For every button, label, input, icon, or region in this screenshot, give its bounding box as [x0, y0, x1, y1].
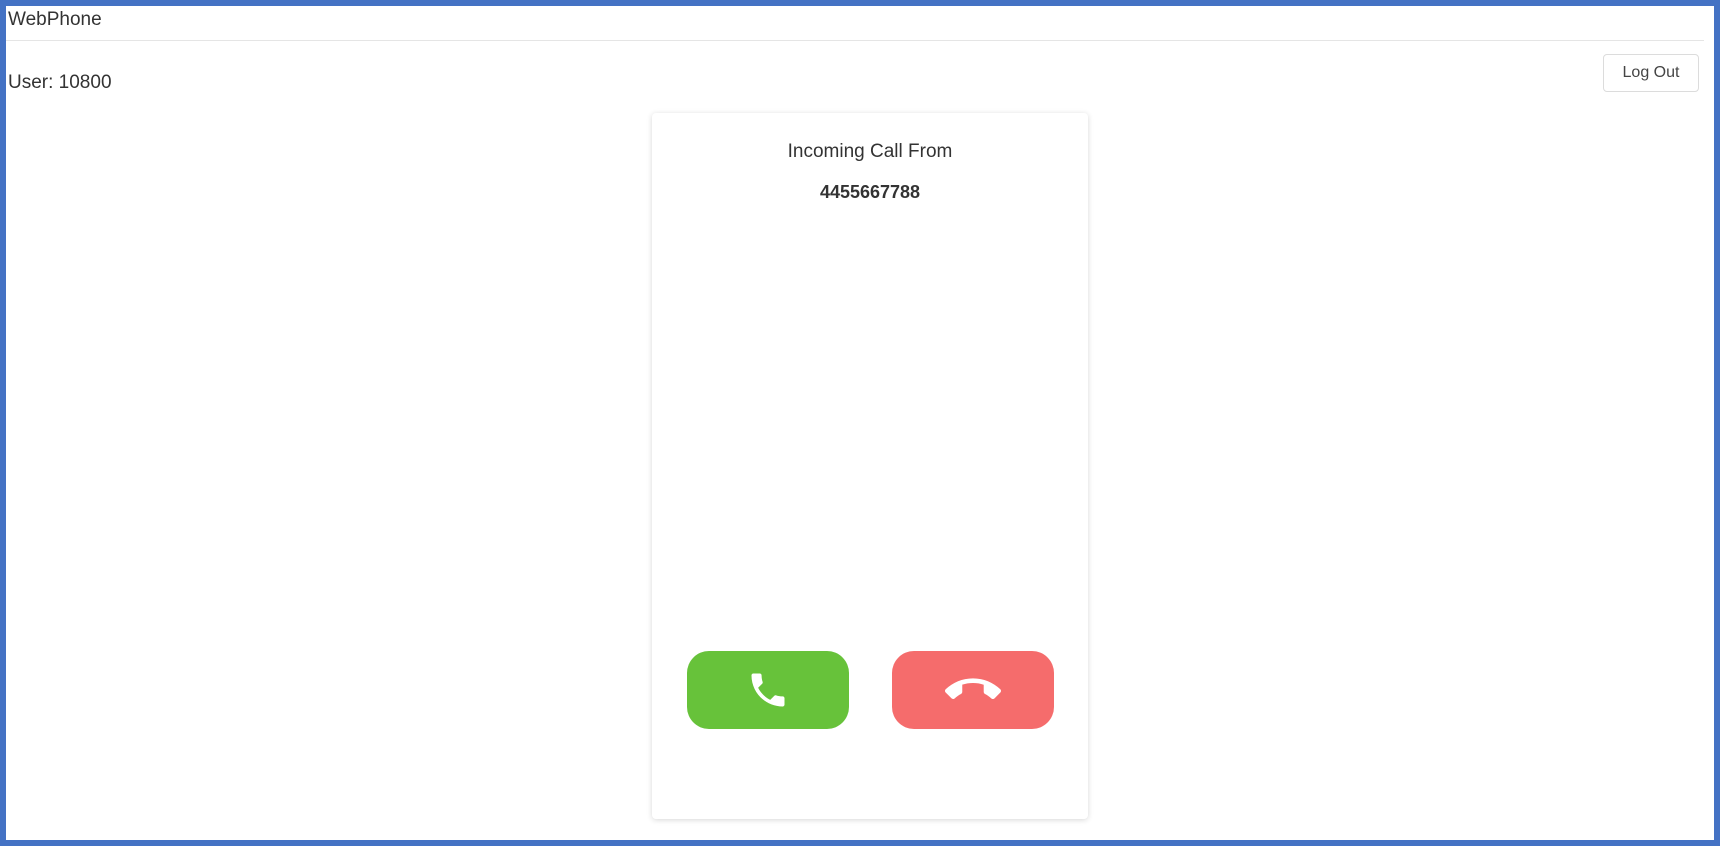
app-title: WebPhone [8, 9, 102, 30]
header-divider [6, 40, 1704, 41]
user-label: User: 10800 [8, 72, 112, 93]
caller-number: 4455667788 [819, 182, 921, 202]
incoming-call-heading: Incoming Call From [787, 141, 953, 162]
answer-call-button[interactable] [687, 651, 849, 729]
logout-button[interactable]: Log Out [1603, 54, 1699, 92]
hang-up-icon [945, 662, 1001, 718]
phone-icon [746, 668, 790, 712]
app-window: WebPhone User: 10800 Log Out Incoming Ca… [6, 6, 1714, 840]
incoming-call-panel: Incoming Call From 4455667788 [652, 113, 1088, 819]
decline-call-button[interactable] [892, 651, 1054, 729]
